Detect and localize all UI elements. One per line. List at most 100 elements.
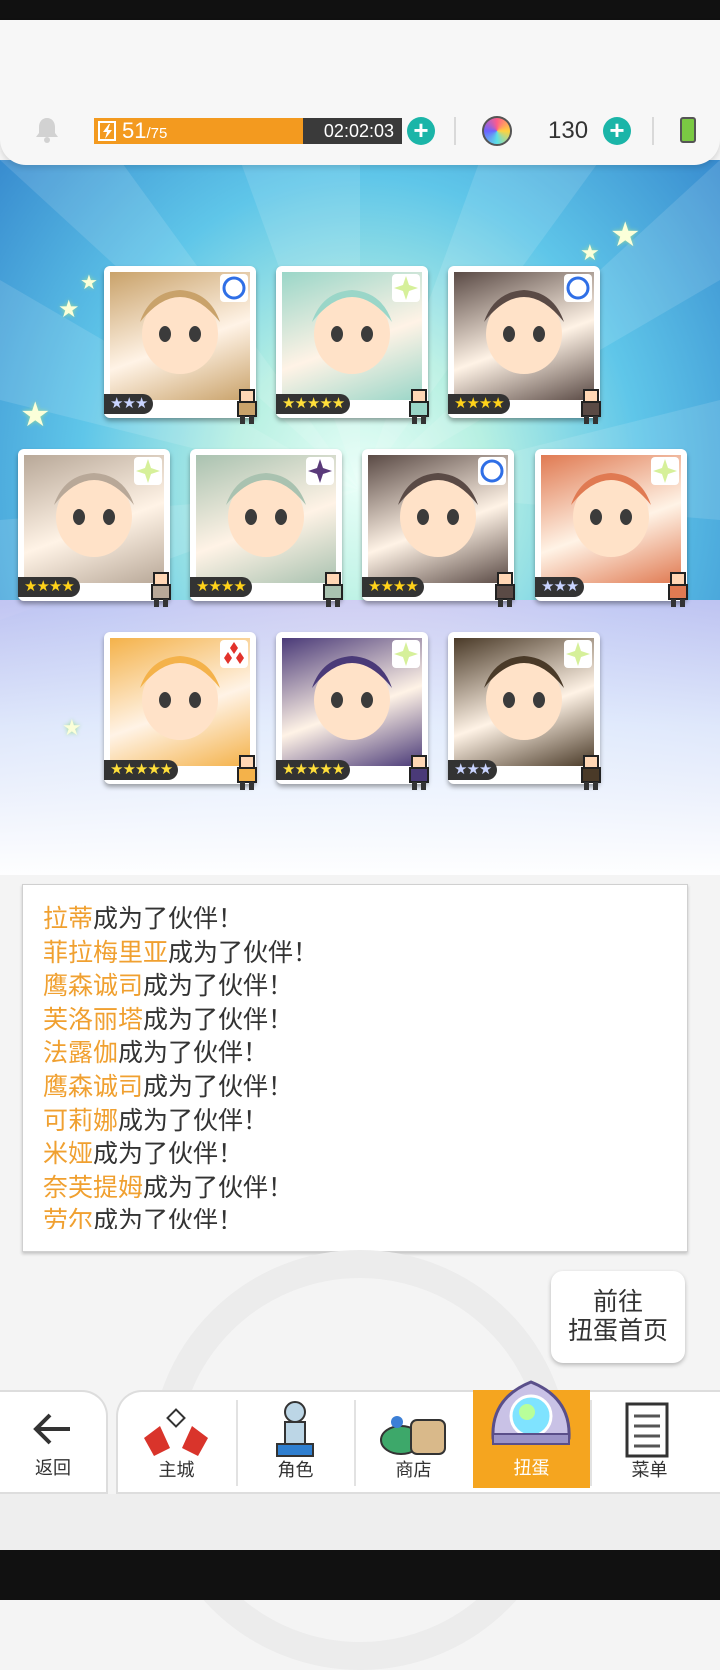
card-stars: ★★★: [535, 577, 585, 597]
add-gems-button[interactable]: +: [603, 117, 631, 145]
character-name: 可莉娜: [43, 1106, 119, 1135]
card-stars: ★★★★★: [104, 760, 179, 780]
card-stars: ★★★★★: [276, 760, 351, 780]
energy-value: 51/75: [122, 118, 168, 143]
gem-count: 130: [548, 117, 589, 144]
rarity-sparkle-icon: [564, 640, 592, 668]
back-button[interactable]: 返回: [0, 1390, 108, 1494]
result-card[interactable]: ★★★: [535, 449, 688, 607]
log-line: 法露伽成为了伙伴！: [43, 1037, 677, 1071]
system-status-bar: [0, 0, 720, 20]
card-stars: ★★★: [104, 394, 154, 414]
character-sprite-icon: [237, 389, 257, 424]
character-name: 劳尔: [43, 1207, 94, 1229]
result-card[interactable]: ★★★★★: [276, 266, 429, 424]
result-card[interactable]: ★★★: [448, 632, 601, 790]
rarity-sparkle-icon: [651, 457, 679, 485]
log-suffix: 成为了伙伴！: [143, 1173, 294, 1202]
tab-characters[interactable]: 角色: [237, 1392, 354, 1490]
rarity-sparkle-icon: [392, 640, 420, 668]
tab-label: 菜单: [631, 1460, 668, 1480]
character-sprite-icon: [409, 389, 429, 424]
tab-main-city[interactable]: 主城: [118, 1392, 235, 1490]
header-divider: [652, 117, 654, 145]
tab-label: 角色: [277, 1460, 314, 1480]
log-line: 可莉娜成为了伙伴！: [43, 1105, 677, 1139]
card-stars: ★★★★: [18, 577, 80, 597]
log-line: 奈芙提姆成为了伙伴！: [43, 1172, 677, 1206]
card-stars: ★★★★★: [276, 394, 351, 414]
bell-icon[interactable]: [34, 116, 60, 144]
character-name: 奈芙提姆: [43, 1173, 144, 1202]
energy-timer: 02:02:03: [323, 121, 394, 141]
character-name: 菲拉梅里亚: [43, 938, 169, 967]
back-arrow-icon: [33, 1413, 70, 1445]
log-suffix: 成为了伙伴！: [168, 938, 319, 967]
goto-line1: 前往: [592, 1288, 643, 1316]
log-line: 鹰森诚司成为了伙伴！: [43, 1071, 677, 1105]
character-name: 拉蒂: [43, 905, 94, 933]
log-suffix: 成为了伙伴！: [93, 1140, 244, 1169]
energy-max: /75: [146, 125, 168, 142]
result-card[interactable]: ★★★★★: [104, 632, 257, 790]
character-statue-icon: [276, 1401, 314, 1457]
character-name: 鹰森诚司: [43, 972, 144, 1001]
character-sprite-icon: [495, 572, 515, 607]
header-divider: [454, 117, 456, 145]
card-stars: ★★★★: [362, 577, 424, 597]
character-sprite-icon: [581, 389, 601, 424]
log-suffix: 成为了伙伴！: [143, 972, 294, 1001]
log-suffix: 成为了伙伴！: [143, 1072, 294, 1101]
bottom-spacer: [0, 1494, 720, 1550]
character-sprite-icon: [237, 755, 257, 790]
result-card[interactable]: ★★★★: [18, 449, 171, 607]
sparkle-icon: ★: [20, 396, 51, 434]
add-energy-button[interactable]: +: [407, 117, 435, 145]
result-card[interactable]: ★★★★: [362, 449, 515, 607]
result-card[interactable]: ★★★: [104, 266, 257, 424]
result-card[interactable]: ★★★★★: [276, 632, 429, 790]
character-sprite-icon: [581, 755, 601, 790]
result-log-list: 拉蒂成为了伙伴！ 菲拉梅里亚成为了伙伴！ 鹰森诚司成为了伙伴！ 芙洛丽塔成为了伙伴！法…: [43, 903, 677, 1229]
rarity-circle-icon: [478, 457, 506, 485]
sparkle-icon: ★: [610, 216, 641, 254]
goto-gacha-home-button[interactable]: 前往 扭蛋首页: [551, 1271, 685, 1363]
menu-list-icon: [625, 1402, 669, 1458]
energy-icon: [98, 121, 116, 141]
log-suffix: 成为了伙伴！: [93, 1207, 244, 1229]
log-suffix: 成为了伙伴！: [118, 1106, 269, 1135]
character-name: 法露伽: [43, 1039, 119, 1068]
card-stars: ★★★★: [190, 577, 252, 597]
tab-label: 扭蛋: [513, 1458, 550, 1478]
result-log-panel[interactable]: 拉蒂成为了伙伴！ 菲拉梅里亚成为了伙伴！ 鹰森诚司成为了伙伴！ 芙洛丽塔成为了伙伴！法…: [22, 884, 688, 1252]
log-line: 菲拉梅里亚成为了伙伴！: [43, 937, 677, 971]
log-line: 米娅成为了伙伴！: [43, 1138, 677, 1172]
sparkle-icon: ★: [80, 272, 98, 294]
energy-bar: 51/75 02:02:03: [94, 118, 402, 144]
rarity-sparkle-icon: [306, 457, 334, 485]
character-name: 芙洛丽塔: [43, 1005, 144, 1034]
rarity-sparkle-icon: [134, 457, 162, 485]
result-card[interactable]: ★★★★: [190, 449, 343, 607]
back-label: 返回: [35, 1458, 71, 1478]
battery-icon: [680, 117, 696, 143]
character-sprite-icon: [409, 755, 429, 790]
system-navigation-bar: [0, 1550, 720, 1600]
character-sprite-icon: [668, 572, 688, 607]
log-line: 芙洛丽塔成为了伙伴！: [43, 1004, 677, 1038]
sparkle-icon: ★: [62, 715, 82, 740]
result-card[interactable]: ★★★★: [448, 266, 601, 424]
tab-gacha[interactable]: 扭蛋: [473, 1380, 590, 1488]
tab-menu[interactable]: 菜单: [591, 1392, 708, 1490]
character-name: 米娅: [43, 1140, 94, 1169]
goto-line2: 扭蛋首页: [567, 1317, 668, 1345]
log-line: 拉蒂成为了伙伴！: [43, 903, 677, 937]
tab-shop[interactable]: 商店: [355, 1392, 472, 1490]
gacha-crystal-icon: [491, 1380, 571, 1445]
rarity-circle-icon: [220, 274, 248, 302]
tab-label: 主城: [158, 1460, 195, 1480]
log-suffix: 成为了伙伴！: [143, 1005, 294, 1034]
rarity-sparkle-icon: [392, 274, 420, 302]
character-name: 鹰森诚司: [43, 1072, 144, 1101]
rainbow-gem-icon: [482, 116, 512, 146]
